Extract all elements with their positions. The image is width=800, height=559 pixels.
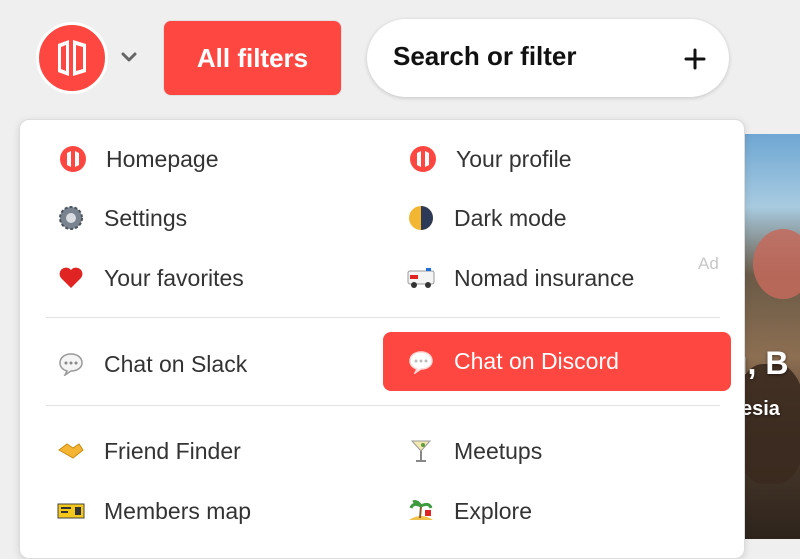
menu-item-label: Your favorites — [104, 264, 244, 291]
menu-item-your-favorites[interactable]: Your favorites — [56, 253, 244, 303]
island-icon — [406, 496, 436, 526]
menu-item-settings[interactable]: Settings — [56, 193, 187, 243]
ad-label: Ad — [698, 254, 719, 273]
menu-item-label: Nomad insurance — [454, 264, 635, 291]
menu-divider — [46, 317, 720, 318]
all-filters-button[interactable]: All filters — [163, 20, 342, 96]
menu-item-homepage[interactable]: Homepage — [58, 134, 219, 184]
search-placeholder: Search or filter — [393, 41, 577, 71]
cocktail-icon — [406, 436, 436, 466]
menu-item-chat-on-discord[interactable]: Chat on Discord — [383, 332, 731, 391]
menu-item-meetups[interactable]: Meetups — [406, 426, 542, 476]
background-subline: esia — [741, 398, 780, 420]
menu-divider — [46, 405, 720, 406]
menu-item-label: Friend Finder — [104, 437, 241, 464]
menu-item-label: Meetups — [454, 437, 543, 464]
moon-icon — [406, 203, 436, 233]
menu-item-label: Homepage — [106, 145, 219, 172]
menu-item-friend-finder[interactable]: Friend Finder — [56, 426, 241, 476]
speech-bubble-icon — [406, 347, 436, 377]
menu-item-your-profile[interactable]: Your profile — [408, 134, 572, 184]
plus-icon[interactable] — [683, 47, 707, 71]
menu-item-label: Chat on Slack — [104, 350, 248, 377]
menu-item-members-map[interactable]: Members map — [56, 486, 251, 536]
menu-item-label: Chat on Discord — [454, 348, 619, 374]
logo-button[interactable] — [36, 22, 108, 94]
nomad-logo-icon — [58, 144, 88, 174]
speech-bubble-icon — [56, 349, 86, 379]
map-icon — [56, 496, 86, 526]
menu-item-label: Members map — [104, 497, 251, 524]
background-photo — [745, 134, 800, 539]
dropdown-menu: Homepage Your profile Settings Dark mode… — [19, 119, 745, 559]
gear-icon — [56, 203, 86, 233]
menu-item-nomad-insurance[interactable]: Nomad insurance — [406, 253, 634, 303]
chevron-down-icon[interactable] — [118, 46, 140, 68]
nomad-logo-icon — [408, 144, 438, 174]
search-input[interactable]: Search or filter — [367, 19, 729, 97]
menu-item-label: Dark mode — [454, 204, 567, 231]
nomad-logo-icon — [58, 40, 86, 76]
handshake-icon — [56, 436, 86, 466]
menu-item-dark-mode[interactable]: Dark mode — [406, 193, 566, 243]
menu-item-label: Settings — [104, 204, 188, 231]
heart-icon — [56, 263, 86, 293]
menu-item-chat-on-slack[interactable]: Chat on Slack — [56, 339, 247, 389]
ambulance-icon — [406, 263, 436, 293]
menu-item-label: Explore — [454, 497, 532, 524]
menu-item-label: Your profile — [456, 145, 572, 172]
menu-item-explore[interactable]: Explore — [406, 486, 532, 536]
